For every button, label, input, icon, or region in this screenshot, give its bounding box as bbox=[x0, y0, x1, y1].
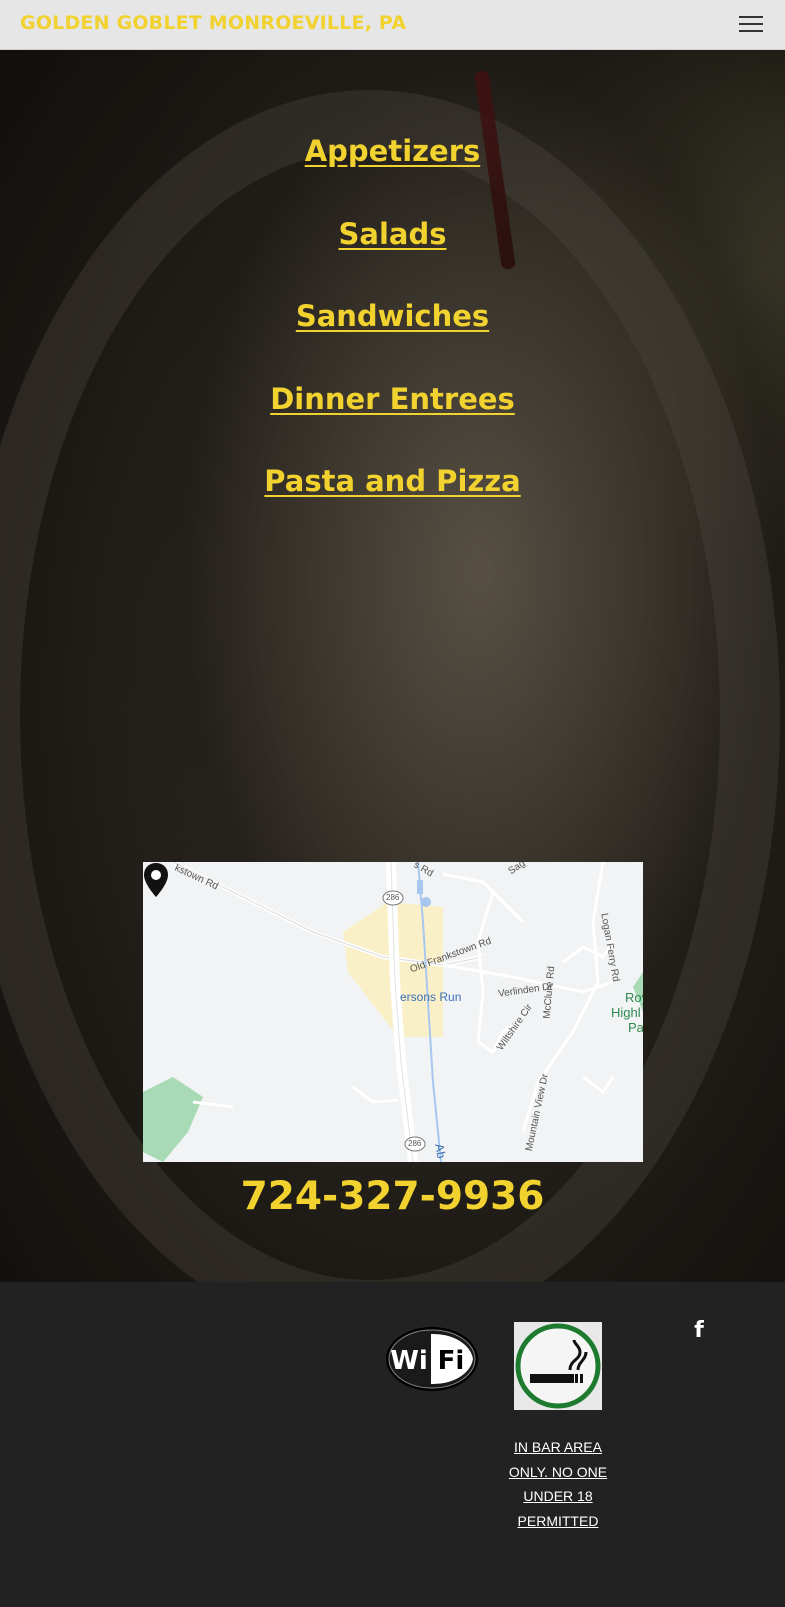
smoking-area-icon bbox=[514, 1322, 602, 1410]
map-label-park-3: Pa bbox=[628, 1020, 643, 1035]
footer: Wi Fi IN BAR AREA ONLY. NO ONE UNDER 18 … bbox=[0, 1282, 785, 1607]
map-label-route-286-bottom: 286 bbox=[408, 1139, 422, 1148]
map-label-park-2: Highl bbox=[611, 1005, 641, 1020]
sandwiches-link[interactable]: Sandwiches bbox=[0, 298, 785, 381]
site-title-link[interactable]: GOLDEN GOBLET MONROEVILLE, PA bbox=[20, 12, 406, 34]
menu-category-links: Appetizers Salads Sandwiches Dinner Entr… bbox=[0, 133, 785, 546]
map-label-pattersons-run: ersons Run bbox=[400, 990, 462, 1004]
map-label-park-1: Roy bbox=[625, 990, 643, 1005]
facebook-icon[interactable]: f bbox=[690, 1318, 708, 1344]
smoking-notice-link[interactable]: IN BAR AREA ONLY. NO ONE UNDER 18 PERMIT… bbox=[508, 1435, 608, 1533]
wifi-logo-fi-text: Fi bbox=[438, 1346, 465, 1376]
hamburger-menu-icon[interactable] bbox=[739, 14, 763, 34]
wifi-logo-wi-text: Wi bbox=[390, 1346, 428, 1376]
wifi-logo-icon: Wi Fi bbox=[385, 1326, 479, 1392]
dinner-entrees-link[interactable]: Dinner Entrees bbox=[0, 381, 785, 464]
appetizers-link[interactable]: Appetizers bbox=[0, 133, 785, 216]
map-label-creek: Ab bbox=[432, 1142, 449, 1160]
pasta-and-pizza-link[interactable]: Pasta and Pizza bbox=[0, 463, 785, 546]
map-pin-icon[interactable] bbox=[143, 862, 169, 898]
top-navbar: GOLDEN GOBLET MONROEVILLE, PA bbox=[0, 0, 785, 50]
salads-link[interactable]: Salads bbox=[0, 216, 785, 299]
location-map[interactable]: kstown Rd s Rd Sag 286 Old Frankstown Rd… bbox=[143, 862, 643, 1162]
phone-number[interactable]: 724-327-9936 bbox=[0, 1174, 785, 1219]
map-label-route-286-top: 286 bbox=[386, 893, 400, 902]
